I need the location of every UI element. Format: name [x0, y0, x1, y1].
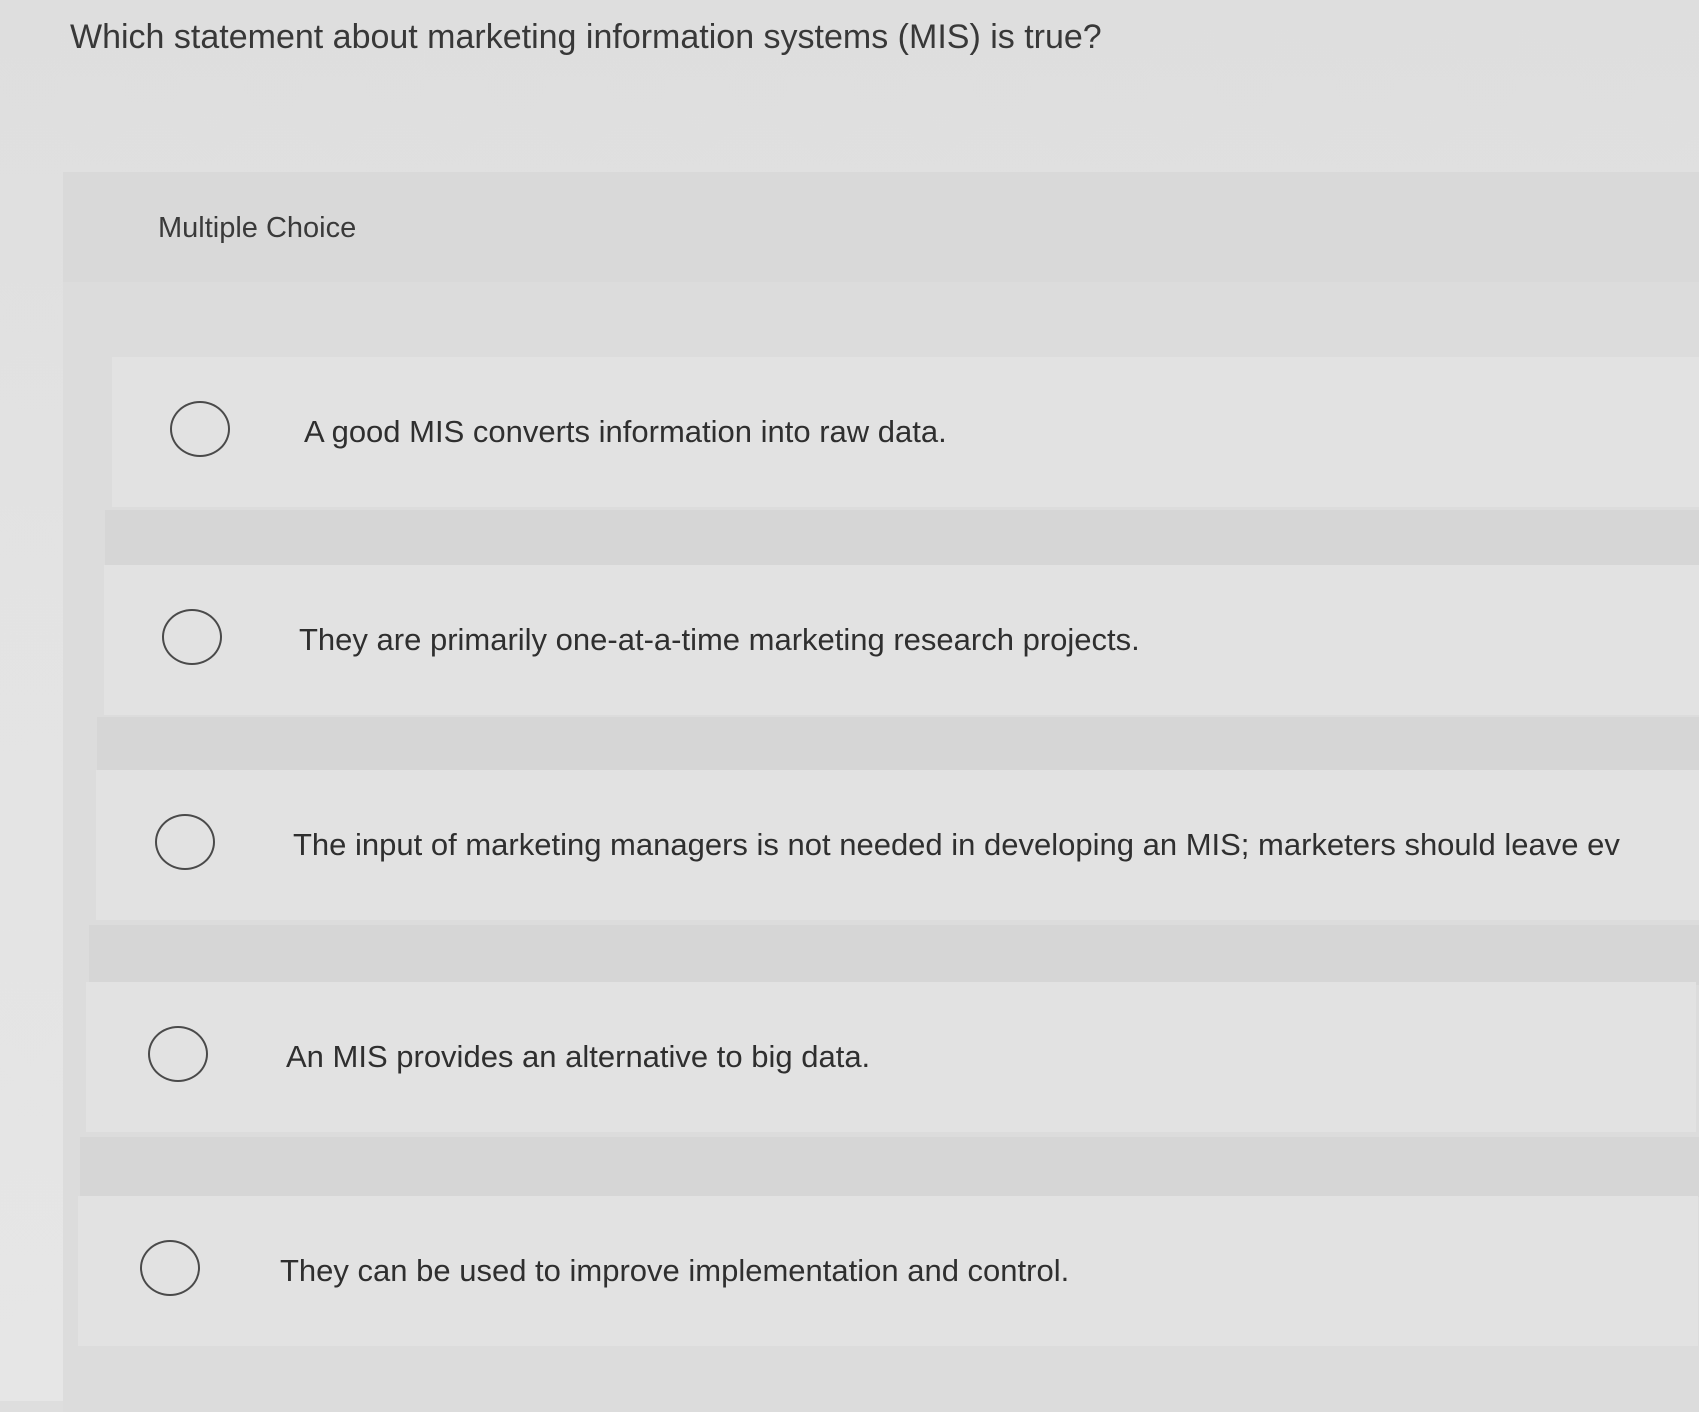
choice-option-1-label: A good MIS converts information into raw… [304, 414, 947, 449]
choice-option-5[interactable]: They can be used to improve implementati… [78, 1196, 1698, 1346]
choice-option-2[interactable]: They are primarily one-at-a-time marketi… [104, 565, 1699, 715]
radio-button-icon[interactable] [170, 401, 230, 457]
radio-button-icon[interactable] [155, 814, 215, 870]
choice-option-1[interactable]: A good MIS converts information into raw… [112, 357, 1699, 507]
choice-option-3[interactable]: The input of marketing managers is not n… [96, 770, 1699, 920]
question-text: Which statement about marketing informat… [70, 18, 1102, 56]
choice-divider [89, 925, 1699, 985]
radio-button-icon[interactable] [148, 1026, 208, 1082]
choice-option-4-label: An MIS provides an alternative to big da… [286, 1039, 871, 1074]
choice-option-3-label: The input of marketing managers is not n… [293, 827, 1620, 862]
choice-divider [105, 510, 1699, 570]
multiple-choice-header: Multiple Choice [63, 172, 1699, 282]
radio-button-icon[interactable] [140, 1240, 200, 1296]
choice-divider [97, 717, 1699, 777]
multiple-choice-label: Multiple Choice [158, 212, 357, 244]
choice-option-4[interactable]: An MIS provides an alternative to big da… [86, 982, 1696, 1132]
radio-button-icon[interactable] [162, 609, 222, 665]
choice-divider [80, 1137, 1699, 1197]
choice-option-5-label: They can be used to improve implementati… [280, 1253, 1070, 1288]
choice-option-2-label: They are primarily one-at-a-time marketi… [299, 622, 1140, 657]
